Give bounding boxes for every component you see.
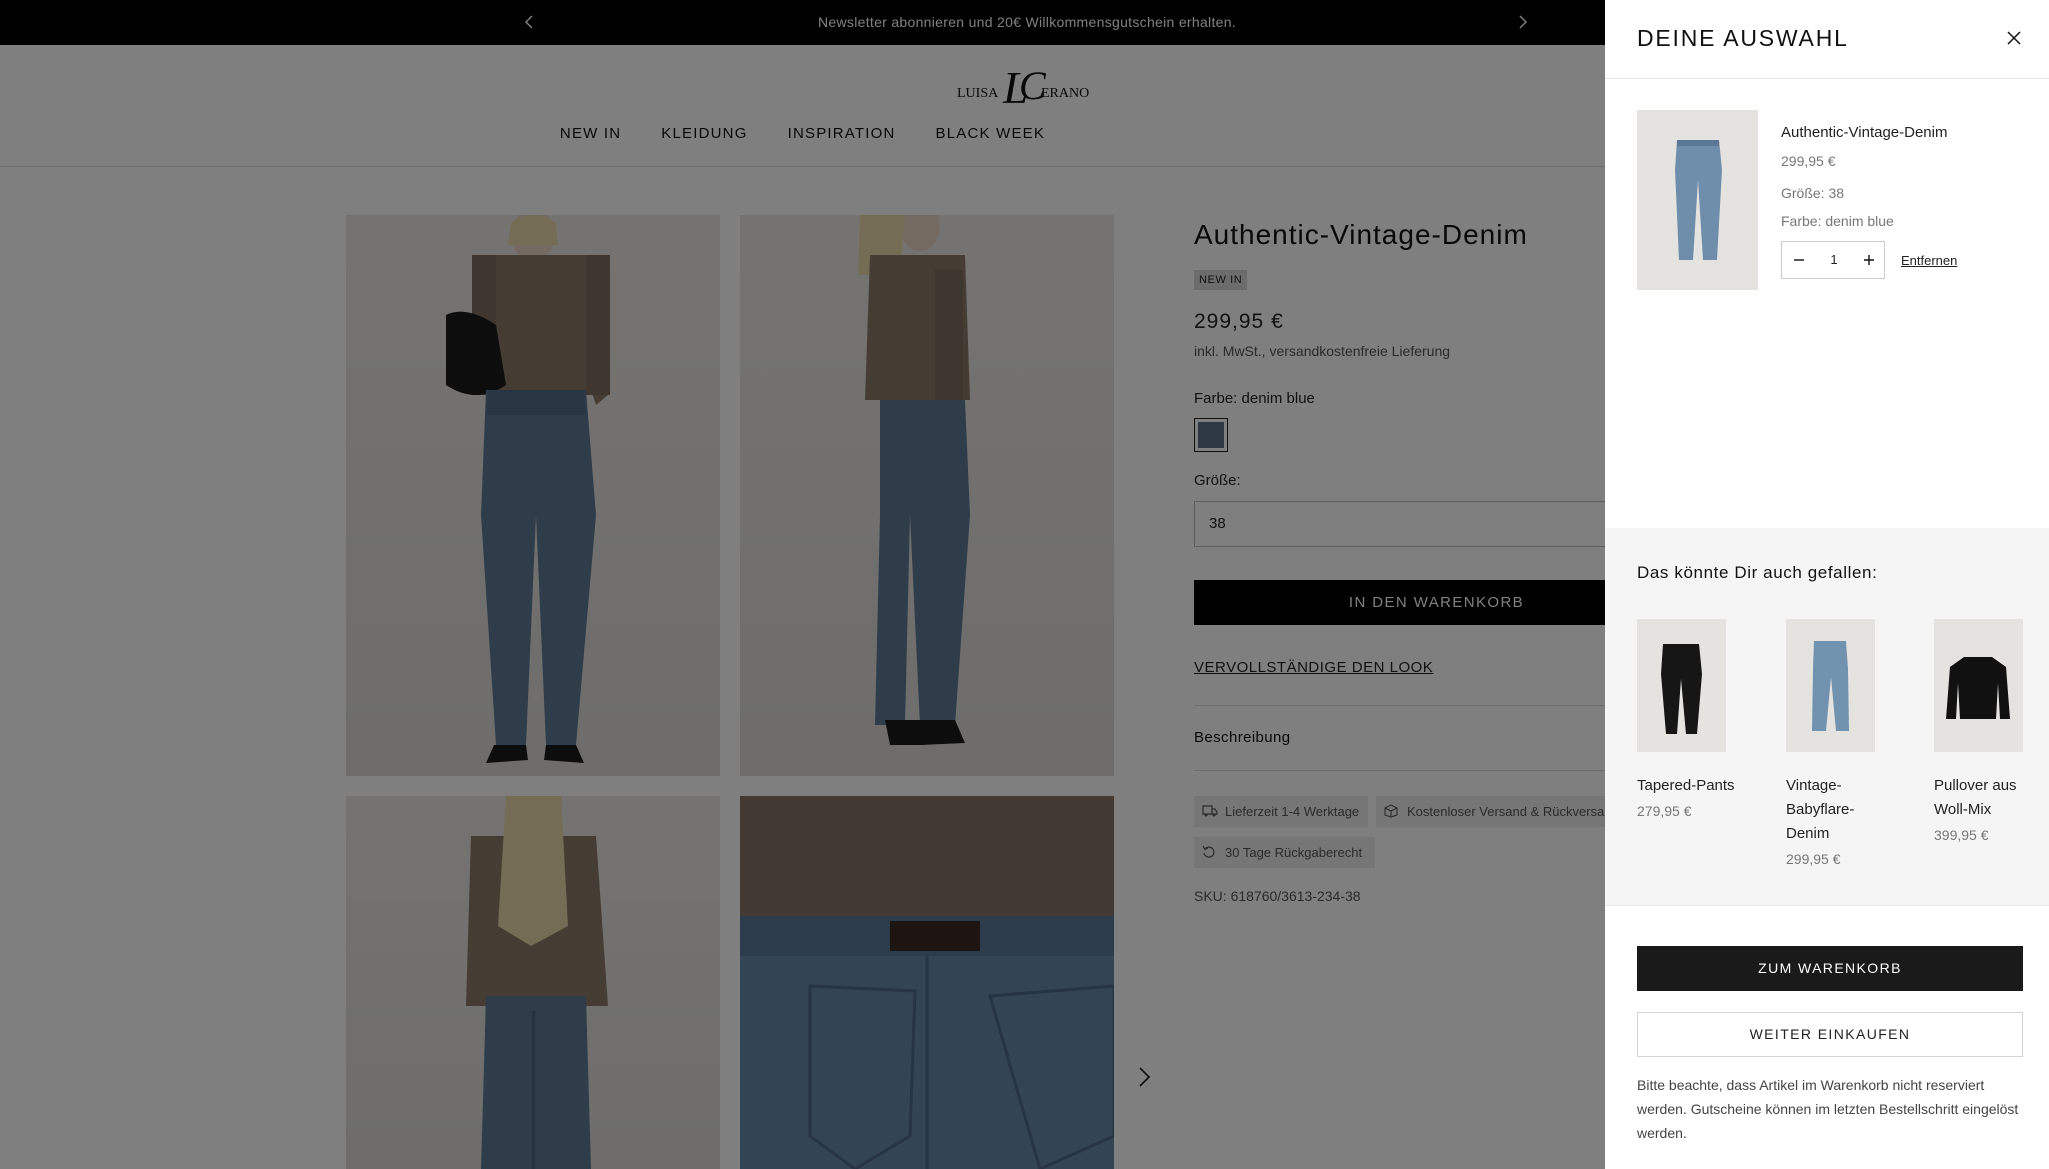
- plus-icon[interactable]: [1852, 242, 1886, 278]
- recommendations-section: Das könnte Dir auch gefallen: Tapered-Pa…: [1605, 528, 2049, 905]
- close-icon[interactable]: [2006, 30, 2022, 46]
- cart-drawer: DEINE AUSWAHL Authentic-Vintage-Denim 29…: [1605, 0, 2049, 1169]
- reco-item-price: 279,95 €: [1637, 803, 1692, 819]
- cart-item-price: 299,95 €: [1781, 153, 1836, 169]
- reco-item-name[interactable]: Pullover aus Woll-Mix: [1934, 774, 2044, 822]
- reco-item-image[interactable]: [1637, 619, 1726, 752]
- modal-backdrop[interactable]: [0, 0, 1605, 1169]
- remove-item-link[interactable]: Entfernen: [1901, 253, 1957, 268]
- quantity-value[interactable]: 1: [1816, 242, 1852, 278]
- reco-item-price: 299,95 €: [1786, 851, 1841, 867]
- reco-item-price: 399,95 €: [1934, 827, 1989, 843]
- divider: [1605, 78, 2049, 79]
- quantity-stepper: 1: [1781, 241, 1885, 279]
- go-to-cart-button[interactable]: ZUM WARENKORB: [1637, 946, 2023, 991]
- minus-icon[interactable]: [1782, 242, 1816, 278]
- reco-item-name[interactable]: Vintage-Babyflare-Denim: [1786, 774, 1882, 846]
- reco-item-name[interactable]: Tapered-Pants: [1637, 774, 1747, 798]
- continue-shopping-button[interactable]: WEITER EINKAUFEN: [1637, 1012, 2023, 1057]
- drawer-title: DEINE AUSWAHL: [1637, 25, 1849, 51]
- reco-item[interactable]: Vintage-Babyflare-Denim 299,95 €: [1786, 619, 1882, 867]
- reco-item[interactable]: Tapered-Pants 279,95 €: [1637, 619, 1747, 819]
- cart-item-name[interactable]: Authentic-Vintage-Denim: [1781, 124, 1947, 141]
- divider: [1605, 905, 2049, 906]
- reco-item-image[interactable]: [1786, 619, 1875, 752]
- cart-note: Bitte beachte, dass Artikel im Warenkorb…: [1637, 1077, 2019, 1141]
- reco-item[interactable]: Pullover aus Woll-Mix 399,95 €: [1934, 619, 2044, 843]
- cart-item-image[interactable]: [1637, 110, 1758, 290]
- cart-item-size: Größe: 38: [1781, 185, 1845, 201]
- cart-item-color: Farbe: denim blue: [1781, 213, 1894, 229]
- recommendations-title: Das könnte Dir auch gefallen:: [1637, 563, 1878, 582]
- reco-item-image[interactable]: [1934, 619, 2023, 752]
